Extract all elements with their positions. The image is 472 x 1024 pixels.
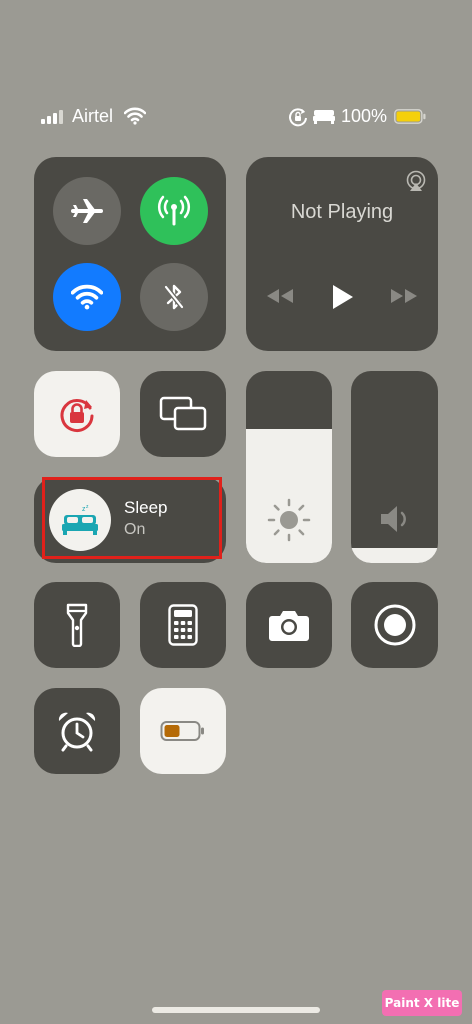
- volume-level-fill: [351, 547, 438, 563]
- bluetooth-toggle[interactable]: [140, 263, 208, 331]
- antenna-icon: [158, 195, 190, 226]
- rewind-icon[interactable]: [266, 288, 294, 304]
- low-battery-icon: [160, 721, 204, 741]
- bluetooth-off-icon: [164, 284, 184, 310]
- camera-button[interactable]: [246, 582, 332, 668]
- watermark-badge: Paint X lite: [382, 990, 462, 1016]
- record-icon: [374, 604, 415, 646]
- airplane-icon: [71, 199, 103, 223]
- camera-icon: [269, 611, 309, 641]
- orientation-lock-icon: [289, 108, 307, 127]
- battery-icon: [394, 109, 426, 124]
- home-indicator[interactable]: [152, 1007, 320, 1013]
- wifi-toggle[interactable]: [53, 263, 121, 331]
- carrier-name: Airtel: [72, 106, 114, 126]
- airplay-icon[interactable]: [405, 170, 427, 192]
- fast-forward-icon[interactable]: [390, 288, 418, 304]
- wifi-icon: [124, 107, 146, 125]
- cellular-data-toggle[interactable]: [140, 177, 208, 245]
- airplane-mode-toggle[interactable]: [53, 177, 121, 245]
- calculator-icon: [168, 604, 198, 646]
- screen-mirroring-icon: [159, 396, 207, 431]
- flashlight-button[interactable]: [34, 582, 120, 668]
- now-playing-card[interactable]: Not Playing: [246, 157, 438, 351]
- now-playing-status: Not Playing: [290, 201, 394, 223]
- highlight-annotation-box: [42, 477, 222, 559]
- screen-recording-button[interactable]: [351, 582, 438, 668]
- brightness-slider[interactable]: [246, 371, 332, 563]
- sun-icon: [267, 498, 311, 542]
- sleep-bed-icon: [313, 110, 335, 124]
- speaker-icon: [381, 506, 406, 532]
- connectivity-group: [34, 157, 226, 351]
- wifi-icon: [71, 284, 103, 310]
- orientation-lock-button[interactable]: [34, 371, 120, 457]
- cellular-signal-icon: [41, 110, 63, 124]
- battery-percentage: 100%: [341, 106, 388, 126]
- flashlight-icon: [66, 603, 88, 647]
- status-bar: Airtel 100%: [0, 104, 472, 130]
- play-icon[interactable]: [331, 284, 355, 310]
- orientation-lock-icon: [60, 399, 94, 432]
- alarm-clock-icon: [58, 712, 96, 752]
- low-power-mode-button[interactable]: [140, 688, 226, 774]
- volume-slider[interactable]: [351, 371, 438, 563]
- screen-mirroring-button[interactable]: [140, 371, 226, 457]
- calculator-button[interactable]: [140, 582, 226, 668]
- alarm-button[interactable]: [34, 688, 120, 774]
